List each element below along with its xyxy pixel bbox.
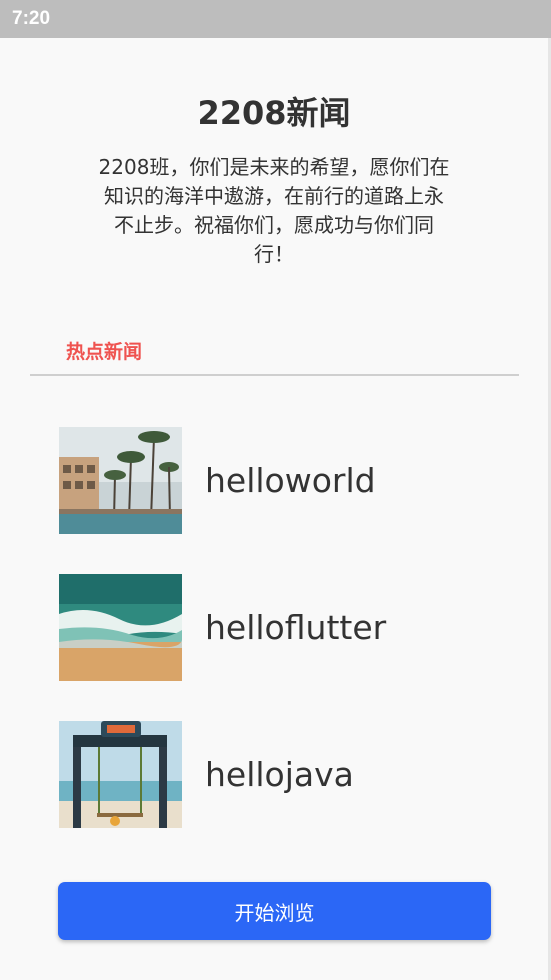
news-title: hellojava	[205, 755, 354, 794]
section-divider	[30, 374, 519, 376]
news-thumbnail-resort	[59, 427, 182, 534]
intro-text: 2208班，你们是未来的希望，愿你们在知识的海洋中遨游，在前行的道路上永不止步。…	[98, 155, 450, 266]
status-bar: 7:20	[0, 0, 551, 38]
news-thumbnail-beach	[59, 574, 182, 681]
news-title: helloflutter	[205, 608, 387, 647]
news-title: helloworld	[205, 461, 376, 500]
status-time: 7:20	[12, 8, 51, 29]
news-item-hellojava[interactable]: hellojava	[59, 721, 499, 828]
news-item-helloworld[interactable]: helloworld	[59, 427, 499, 534]
news-thumbnail-swing	[59, 721, 182, 828]
start-browsing-button[interactable]: 开始浏览	[58, 882, 491, 940]
hot-news-heading: 热点新闻	[66, 341, 143, 363]
page-title: 2208新闻	[197, 94, 351, 132]
news-item-helloflutter[interactable]: helloflutter	[59, 574, 499, 681]
